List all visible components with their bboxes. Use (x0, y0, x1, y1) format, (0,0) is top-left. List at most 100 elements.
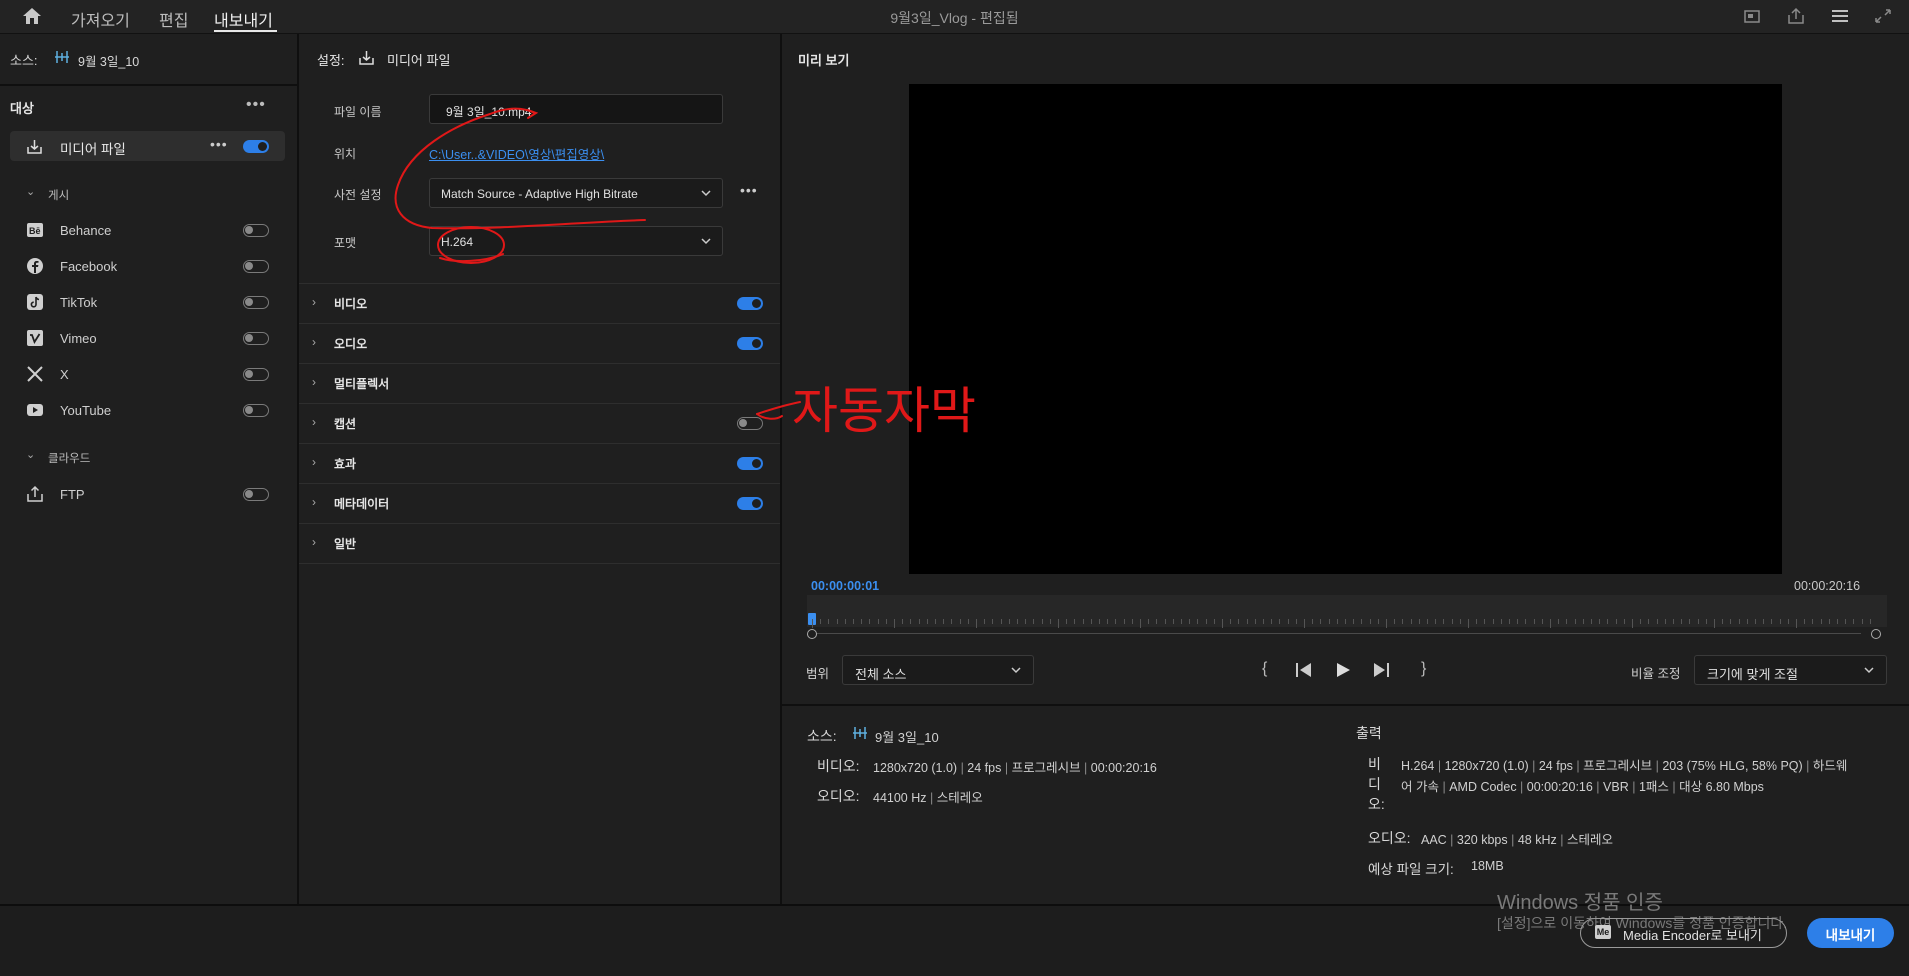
step-forward-icon[interactable] (1372, 662, 1390, 678)
timeline-tick (1418, 619, 1420, 624)
media-file-toggle[interactable] (243, 140, 269, 153)
timeline-tick (1714, 619, 1715, 628)
workspace-menu-icon[interactable] (1830, 7, 1850, 25)
media-file-more-icon[interactable]: ••• (210, 136, 228, 152)
current-timecode[interactable]: 00:00:00:01 (811, 579, 879, 593)
section-general[interactable]: › 일반 (299, 523, 780, 564)
ftp-toggle[interactable] (243, 488, 269, 501)
timeline-tick (1205, 619, 1207, 624)
destination-ftp[interactable]: FTP (0, 480, 297, 510)
destination-tiktok[interactable]: TikTok (0, 288, 297, 318)
publish-group-label[interactable]: 게시 (48, 187, 69, 203)
vimeo-label: Vimeo (60, 331, 97, 346)
mark-in-button[interactable]: { (1262, 660, 1267, 678)
timeline-tick (1049, 619, 1051, 624)
chevron-right-icon: › (312, 455, 316, 469)
export-button[interactable]: 내보내기 (1807, 918, 1894, 948)
facebook-toggle[interactable] (243, 260, 269, 273)
destination-youtube[interactable]: YouTube (0, 396, 297, 426)
section-multiplexer[interactable]: › 멀티플렉서 (299, 363, 780, 404)
chevron-right-icon: › (312, 495, 316, 509)
behance-label: Behance (60, 223, 112, 238)
timeline-tick (1681, 619, 1683, 624)
step-back-icon[interactable] (1295, 662, 1313, 678)
section-general-label: 일반 (334, 537, 357, 551)
bottom-bar: Windows 정품 인증 [설정]으로 이동하여 Windows를 정품 인증… (0, 892, 1909, 976)
timeline-tick (1222, 619, 1223, 628)
timeline-tick (1746, 619, 1748, 624)
timeline-tick (869, 619, 871, 624)
x-toggle[interactable] (243, 368, 269, 381)
section-metadata[interactable]: › 메타데이터 (299, 483, 780, 524)
section-captions[interactable]: › 캡션 (299, 403, 780, 444)
summary-file-size-label: 예상 파일 크기: (1368, 862, 1454, 877)
destination-x[interactable]: X (0, 360, 297, 390)
quick-export-icon[interactable] (1743, 7, 1763, 25)
section-audio-label: 오디오 (334, 337, 368, 351)
section-effects[interactable]: › 효과 (299, 443, 780, 484)
cloud-group-label[interactable]: 클라우드 (48, 450, 90, 466)
export-button-label: 내보내기 (1825, 928, 1876, 943)
timeline-tick (1763, 619, 1765, 624)
settings-panel: 설정: 미디어 파일 파일 이름 9월 3일_10.mp4 위치 C:\User… (299, 34, 782, 904)
timeline-tick (1066, 619, 1068, 624)
share-icon[interactable] (1786, 7, 1806, 25)
timeline-tick (1000, 619, 1002, 624)
destination-header: 대상 (10, 101, 34, 116)
range-out-handle[interactable] (1871, 629, 1881, 639)
section-audio[interactable]: › 오디오 (299, 323, 780, 364)
behance-toggle[interactable] (243, 224, 269, 237)
timeline-tick (1279, 619, 1281, 624)
cloud-chevron-down-icon[interactable]: ⌄ (26, 448, 35, 461)
media-encoder-button[interactable]: Me Media Encoder로 보내기 (1580, 918, 1787, 948)
section-video-toggle[interactable] (737, 297, 763, 310)
timeline-tick (1386, 619, 1387, 628)
range-select[interactable]: 전체 소스 (842, 655, 1034, 685)
section-metadata-toggle[interactable] (737, 497, 763, 510)
chevron-right-icon: › (312, 375, 316, 389)
file-name-input[interactable]: 9월 3일_10.mp4 (429, 94, 723, 124)
timeline-tick (1648, 619, 1650, 624)
timeline-tick (1705, 619, 1707, 624)
scale-select[interactable]: 크기에 맞게 조절 (1694, 655, 1887, 685)
summary-output-video-label: 비디오: (1368, 756, 1385, 812)
vimeo-toggle[interactable] (243, 332, 269, 345)
timeline-tick (1164, 619, 1166, 624)
destination-facebook[interactable]: Facebook (0, 252, 297, 282)
preview-panel: 미리 보기 00:00:00:01 00:00:20:16 범위 전체 소스 {… (782, 34, 1909, 904)
timeline-tick (1591, 619, 1592, 624)
play-icon[interactable] (1335, 662, 1351, 678)
timeline-tick (1468, 619, 1469, 628)
timeline-ruler[interactable] (807, 595, 1887, 627)
timeline-tick (1632, 619, 1633, 628)
chevron-down-icon[interactable]: ⌄ (26, 185, 35, 198)
fullscreen-icon[interactable] (1873, 7, 1893, 25)
timeline-tick (1476, 619, 1478, 624)
section-effects-toggle[interactable] (737, 457, 763, 470)
section-video[interactable]: › 비디오 (299, 283, 780, 324)
section-audio-toggle[interactable] (737, 337, 763, 350)
timeline-tick (1615, 619, 1617, 624)
tiktok-toggle[interactable] (243, 296, 269, 309)
mark-out-button[interactable]: } (1421, 660, 1426, 678)
youtube-toggle[interactable] (243, 404, 269, 417)
timeline-tick (959, 619, 961, 624)
destination-media-file[interactable]: 미디어 파일 ••• (10, 131, 285, 161)
timeline-tick (1189, 619, 1191, 624)
location-link[interactable]: C:\User..&VIDEO\영상\편집영상\ (429, 144, 604, 163)
timeline-tick (861, 619, 863, 624)
timeline-tick (992, 619, 994, 624)
preset-more-icon[interactable]: ••• (740, 182, 758, 198)
destination-vimeo[interactable]: Vimeo (0, 324, 297, 354)
format-select[interactable]: H.264 (429, 226, 723, 256)
timeline-tick (1172, 619, 1174, 624)
preset-select[interactable]: Match Source - Adaptive High Bitrate (429, 178, 723, 208)
section-captions-toggle[interactable] (737, 417, 763, 430)
destination-behance[interactable]: Bē Behance (0, 216, 297, 246)
more-options-icon[interactable]: ••• (246, 96, 266, 114)
range-in-handle[interactable] (807, 629, 817, 639)
timeline-tick (1107, 619, 1109, 624)
range-value: 전체 소스 (855, 667, 907, 682)
timeline-tick (918, 619, 920, 624)
section-metadata-label: 메타데이터 (334, 497, 390, 511)
